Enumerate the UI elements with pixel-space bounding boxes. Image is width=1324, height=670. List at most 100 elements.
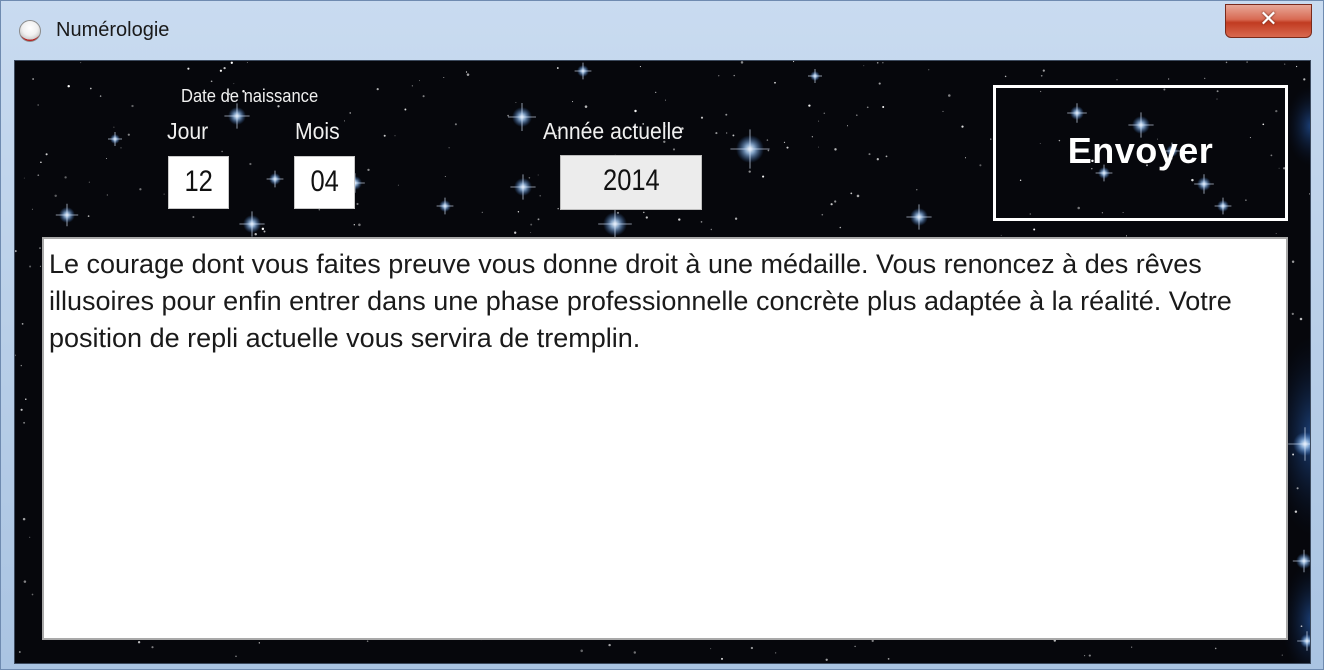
star <box>633 651 637 654</box>
star <box>22 517 26 521</box>
star <box>1291 260 1295 264</box>
window-title: Numérologie <box>56 19 170 41</box>
star <box>1295 65 1298 68</box>
star <box>353 224 355 226</box>
result-text-area[interactable]: Le courage dont vous faites preuve vous … <box>42 237 1288 640</box>
star <box>120 147 122 149</box>
star <box>344 120 345 122</box>
star <box>750 646 754 650</box>
star <box>775 652 777 654</box>
star <box>537 174 539 176</box>
star <box>444 176 446 177</box>
star <box>221 150 223 153</box>
star <box>1131 646 1133 648</box>
star <box>1225 61 1228 64</box>
star <box>608 643 611 647</box>
star <box>964 157 967 159</box>
title-bar[interactable]: Numérologie ✕ <box>1 1 1323 59</box>
star <box>29 265 32 268</box>
star <box>1281 654 1283 656</box>
star <box>584 105 588 108</box>
star <box>254 232 257 236</box>
star <box>834 148 837 151</box>
close-icon: ✕ <box>1259 7 1278 32</box>
star <box>882 106 885 108</box>
star <box>767 149 770 152</box>
star <box>786 146 789 149</box>
star <box>823 112 826 114</box>
star <box>726 132 728 134</box>
star <box>811 136 813 138</box>
star <box>139 188 142 191</box>
star <box>818 146 819 148</box>
star <box>882 62 884 64</box>
star <box>37 174 40 177</box>
star <box>87 215 90 217</box>
star <box>514 231 517 234</box>
star <box>80 62 82 64</box>
star <box>37 104 39 106</box>
star <box>45 153 48 156</box>
star <box>18 651 21 653</box>
star <box>481 211 483 214</box>
star <box>1116 79 1118 81</box>
star <box>856 194 860 198</box>
day-input[interactable]: 12 <box>168 156 229 209</box>
current-year-label: Année actuelle <box>543 118 684 144</box>
star <box>878 82 881 85</box>
star <box>830 203 833 206</box>
star <box>31 593 34 596</box>
star <box>634 109 637 113</box>
star <box>404 108 407 111</box>
star <box>261 227 265 231</box>
day-label: Jour <box>167 118 209 144</box>
star <box>187 67 190 70</box>
star <box>979 164 982 167</box>
star <box>961 125 964 128</box>
star <box>358 223 361 227</box>
app-icon[interactable] <box>19 20 41 42</box>
star <box>367 168 370 172</box>
star <box>223 66 226 70</box>
star <box>1296 487 1299 490</box>
current-year-field: 2014 <box>560 155 702 210</box>
star <box>868 153 871 156</box>
star <box>539 195 541 197</box>
star <box>725 113 728 116</box>
star <box>448 147 450 149</box>
month-input[interactable]: 04 <box>294 156 355 209</box>
star <box>466 73 470 76</box>
star <box>422 95 425 98</box>
star <box>1291 312 1294 316</box>
star <box>25 398 27 401</box>
star <box>23 580 27 583</box>
star <box>465 71 468 73</box>
star <box>783 141 786 144</box>
star <box>20 364 22 367</box>
close-button[interactable]: ✕ <box>1225 4 1312 38</box>
app-window: Numérologie ✕ Date de naissance Jour Moi… <box>0 0 1324 670</box>
star <box>411 85 413 87</box>
star <box>1299 317 1303 321</box>
star <box>39 247 41 250</box>
star <box>834 200 837 203</box>
star <box>557 207 559 210</box>
send-button[interactable]: Envoyer <box>993 85 1288 221</box>
star <box>855 114 858 117</box>
star <box>710 648 712 650</box>
star <box>1004 75 1007 78</box>
star <box>948 94 951 97</box>
star <box>230 61 233 64</box>
star <box>383 134 386 137</box>
star <box>645 216 648 219</box>
star <box>766 139 769 141</box>
star <box>537 218 540 221</box>
star <box>1303 78 1306 81</box>
star <box>1033 228 1036 231</box>
star <box>32 78 34 80</box>
star <box>700 116 704 119</box>
star <box>127 133 130 136</box>
star <box>1088 654 1091 657</box>
day-value: 12 <box>184 165 213 198</box>
star <box>454 123 457 126</box>
